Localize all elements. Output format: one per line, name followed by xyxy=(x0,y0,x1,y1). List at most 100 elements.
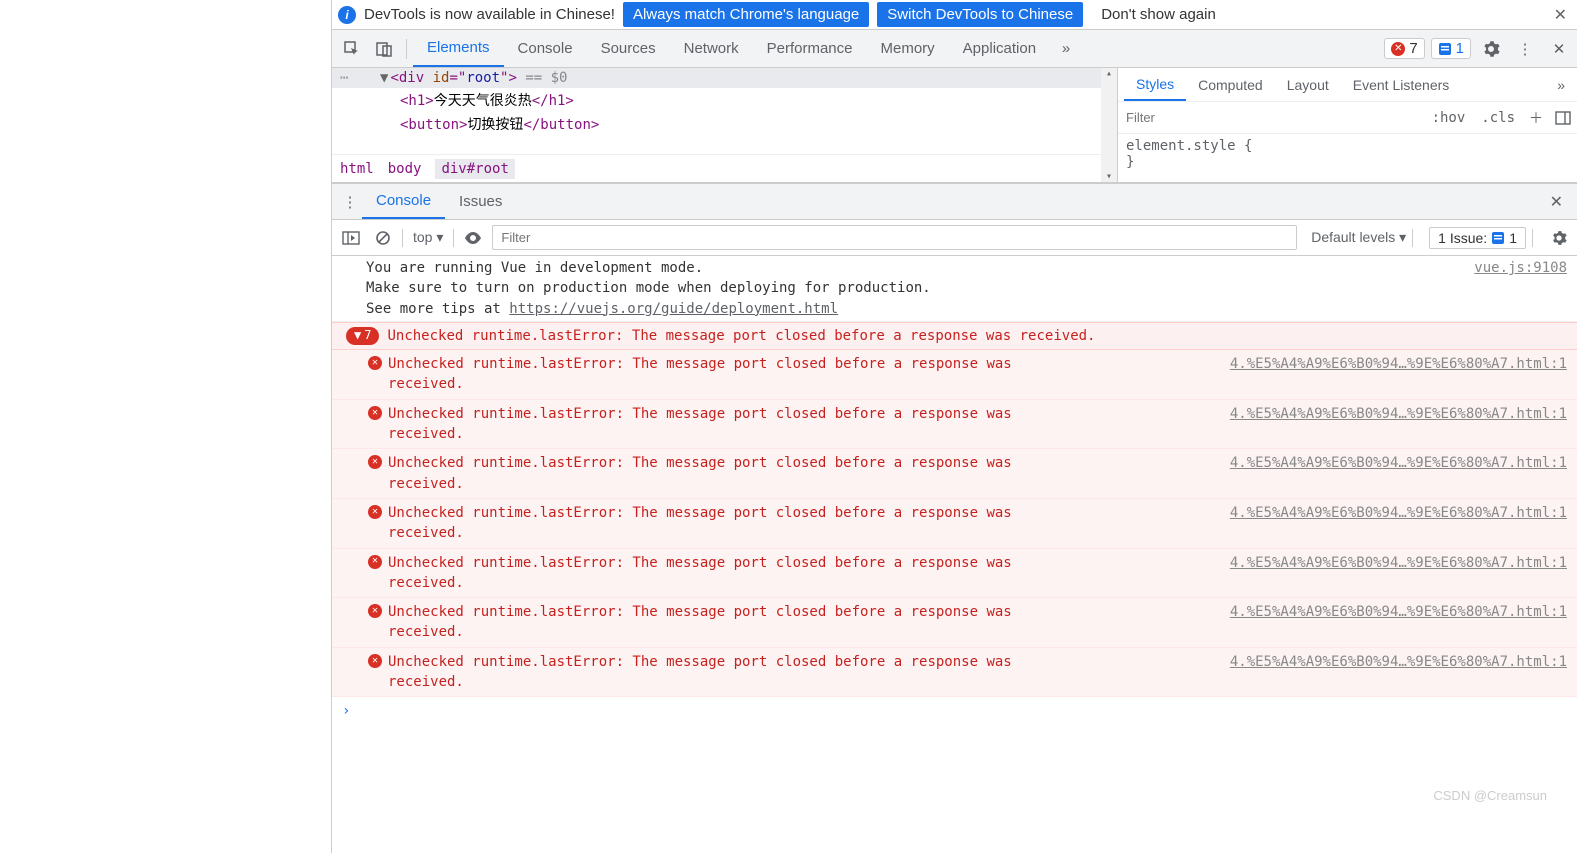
stab-layout[interactable]: Layout xyxy=(1275,68,1341,101)
crumb-body[interactable]: body xyxy=(388,161,422,177)
log-levels-selector[interactable]: Default levels ▾ xyxy=(1311,229,1406,246)
console-settings-icon[interactable] xyxy=(1547,230,1571,246)
crumb-root[interactable]: div#root xyxy=(435,159,514,179)
watermark: CSDN @Creamsun xyxy=(1433,788,1547,803)
styles-pane: Styles Computed Layout Event Listeners »… xyxy=(1117,68,1577,182)
error-row: ✕Unchecked runtime.lastError: The messag… xyxy=(332,648,1577,698)
dont-show-button[interactable]: Don't show again xyxy=(1091,2,1226,27)
computed-sidebar-icon[interactable] xyxy=(1549,111,1577,125)
error-message: Unchecked runtime.lastError: The message… xyxy=(366,404,1066,445)
tab-application[interactable]: Application xyxy=(949,30,1050,67)
crumb-html[interactable]: html xyxy=(340,161,374,177)
error-source-link[interactable]: 4.%E5%A4%A9%E6%B0%94…%9E%E6%80%A7.html:1 xyxy=(1230,404,1567,445)
rule-close: } xyxy=(1126,154,1569,170)
context-selector[interactable]: top ▾ xyxy=(409,229,447,246)
device-toggle-icon[interactable] xyxy=(370,35,398,63)
main-tabstrip: Elements Console Sources Network Perform… xyxy=(332,30,1577,68)
console-filter-input[interactable] xyxy=(492,225,1297,250)
error-source-link[interactable]: 4.%E5%A4%A9%E6%B0%94…%9E%E6%80%A7.html:1 xyxy=(1230,354,1567,395)
stab-listeners[interactable]: Event Listeners xyxy=(1341,68,1462,101)
log-source-link[interactable]: vue.js:9108 xyxy=(1474,258,1567,319)
console-prompt[interactable]: › xyxy=(332,697,1577,725)
kebab-menu-icon[interactable]: ⋮ xyxy=(1511,35,1539,63)
dom-node-root[interactable]: ▼<div id="root"> == $0 xyxy=(332,68,1117,88)
close-drawer-icon[interactable]: ✕ xyxy=(1542,192,1571,212)
cls-toggle[interactable]: .cls xyxy=(1473,110,1523,126)
error-row: ✕Unchecked runtime.lastError: The messag… xyxy=(332,400,1577,450)
live-expression-icon[interactable] xyxy=(460,225,486,251)
hov-toggle[interactable]: :hov xyxy=(1424,110,1474,126)
drawer-tabstrip: ⋮ Console Issues ✕ xyxy=(332,184,1577,220)
more-tabs-icon[interactable]: » xyxy=(1052,35,1080,63)
error-row: ✕Unchecked runtime.lastError: The messag… xyxy=(332,499,1577,549)
tab-console[interactable]: Console xyxy=(504,30,587,67)
styles-tabstrip: Styles Computed Layout Event Listeners » xyxy=(1118,68,1577,102)
error-group-badge: ▼ 7 xyxy=(346,327,379,344)
error-count-badge[interactable]: ✕7 xyxy=(1384,38,1424,59)
error-message: Unchecked runtime.lastError: The message… xyxy=(366,553,1066,594)
dom-selected-marker: == $0 xyxy=(525,70,567,86)
error-source-link[interactable]: 4.%E5%A4%A9%E6%B0%94…%9E%E6%80%A7.html:1 xyxy=(1230,602,1567,643)
error-row: ✕Unchecked runtime.lastError: The messag… xyxy=(332,350,1577,400)
dom-node-button[interactable]: <button>切换按钮</button> xyxy=(332,112,1117,136)
log-vue-info: You are running Vue in development mode.… xyxy=(332,256,1577,322)
error-message: Unchecked runtime.lastError: The message… xyxy=(366,453,1066,494)
error-source-link[interactable]: 4.%E5%A4%A9%E6%B0%94…%9E%E6%80%A7.html:1 xyxy=(1230,503,1567,544)
error-row: ✕Unchecked runtime.lastError: The messag… xyxy=(332,598,1577,648)
dom-tree[interactable]: ▼<div id="root"> == $0 <h1>今天天气很炎热</h1> … xyxy=(332,68,1117,182)
tab-elements[interactable]: Elements xyxy=(413,30,504,67)
styles-rules[interactable]: element.style { } xyxy=(1118,134,1577,174)
close-devtools-icon[interactable]: ✕ xyxy=(1545,35,1573,63)
dom-node-h1[interactable]: <h1>今天天气很炎热</h1> xyxy=(332,88,1117,112)
stab-computed[interactable]: Computed xyxy=(1186,68,1275,101)
error-icon: ✕ xyxy=(368,555,382,569)
error-message: Unchecked runtime.lastError: The message… xyxy=(366,602,1066,643)
new-style-icon[interactable]: ＋ xyxy=(1523,108,1549,128)
error-message: Unchecked runtime.lastError: The message… xyxy=(366,652,1066,693)
tab-performance[interactable]: Performance xyxy=(753,30,867,67)
breadcrumb: html body div#root xyxy=(332,154,1101,182)
styles-filter-input[interactable] xyxy=(1118,102,1424,133)
error-icon: ✕ xyxy=(368,406,382,420)
banner-message: DevTools is now available in Chinese! xyxy=(364,6,615,23)
clear-console-icon[interactable] xyxy=(370,225,396,251)
match-language-button[interactable]: Always match Chrome's language xyxy=(623,2,869,27)
error-message: Unchecked runtime.lastError: The message… xyxy=(366,354,1066,395)
error-count: 7 xyxy=(1409,40,1417,57)
rule-element-style: element.style { xyxy=(1126,138,1569,154)
tab-sources[interactable]: Sources xyxy=(587,30,670,67)
error-row: ✕Unchecked runtime.lastError: The messag… xyxy=(332,549,1577,599)
elements-pane: ▼<div id="root"> == $0 <h1>今天天气很炎热</h1> … xyxy=(332,68,1577,183)
issue-count: 1 xyxy=(1456,40,1464,57)
vue-deploy-link[interactable]: https://vuejs.org/guide/deployment.html xyxy=(509,301,838,317)
dtab-issues[interactable]: Issues xyxy=(445,184,516,219)
tab-memory[interactable]: Memory xyxy=(867,30,949,67)
dtab-console[interactable]: Console xyxy=(362,184,445,219)
error-icon: ✕ xyxy=(368,654,382,668)
stab-styles[interactable]: Styles xyxy=(1124,68,1186,101)
issue-count-badge[interactable]: 1 xyxy=(1431,38,1471,59)
tab-network[interactable]: Network xyxy=(670,30,753,67)
error-group-header[interactable]: ▼ 7 Unchecked runtime.lastError: The mes… xyxy=(332,322,1577,350)
close-banner-icon[interactable]: ✕ xyxy=(1550,5,1571,25)
collapse-arrow-icon[interactable]: ▼ xyxy=(380,70,388,86)
error-message: Unchecked runtime.lastError: The message… xyxy=(366,503,1066,544)
drawer: ⋮ Console Issues ✕ top ▾ Default levels … xyxy=(332,183,1577,853)
drawer-kebab-icon[interactable]: ⋮ xyxy=(338,193,362,211)
dom-scrollbar[interactable]: ▴▾ xyxy=(1101,68,1117,182)
console-body[interactable]: You are running Vue in development mode.… xyxy=(332,256,1577,853)
error-row: ✕Unchecked runtime.lastError: The messag… xyxy=(332,449,1577,499)
error-icon: ✕ xyxy=(368,505,382,519)
info-icon: i xyxy=(338,6,356,24)
error-group-message: Unchecked runtime.lastError: The message… xyxy=(387,326,1095,346)
error-source-link[interactable]: 4.%E5%A4%A9%E6%B0%94…%9E%E6%80%A7.html:1 xyxy=(1230,553,1567,594)
settings-icon[interactable] xyxy=(1477,35,1505,63)
switch-language-button[interactable]: Switch DevTools to Chinese xyxy=(877,2,1083,27)
error-source-link[interactable]: 4.%E5%A4%A9%E6%B0%94…%9E%E6%80%A7.html:1 xyxy=(1230,453,1567,494)
language-banner: i DevTools is now available in Chinese! … xyxy=(332,0,1577,30)
sidebar-toggle-icon[interactable] xyxy=(338,225,364,251)
inspect-icon[interactable] xyxy=(338,35,366,63)
error-source-link[interactable]: 4.%E5%A4%A9%E6%B0%94…%9E%E6%80%A7.html:1 xyxy=(1230,652,1567,693)
issues-pill[interactable]: 1 Issue: 1 xyxy=(1429,227,1526,249)
styles-more-icon[interactable]: » xyxy=(1551,77,1571,93)
